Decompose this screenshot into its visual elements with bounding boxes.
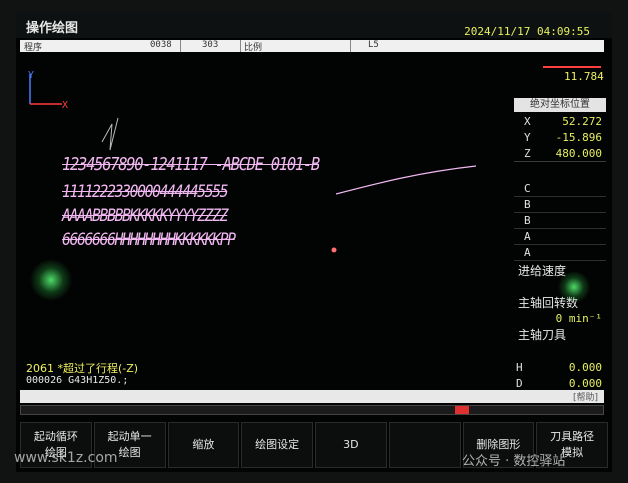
- watermark-wechat: 公众号 · 数控驿站: [462, 454, 566, 469]
- tool-path-stroke: [101, 117, 119, 151]
- axis-y-label: Y: [28, 70, 35, 81]
- progress-marker: [455, 406, 469, 414]
- engraving-line: 1111222330000444445555: [62, 182, 229, 202]
- cnc-screen: 操作绘图 2024/11/17 04:09:55 程序 0038 303 比例 …: [16, 12, 612, 472]
- scale-bar: [543, 66, 601, 68]
- plot-area[interactable]: Y X 1234567890-1241117 -ABCDE 0101-B 1111…: [22, 54, 512, 364]
- status-axis: L5: [368, 40, 379, 50]
- coord-panel-header: 绝对坐标位置: [514, 98, 606, 112]
- coord-row-y: Y -15.896: [524, 131, 602, 144]
- softkey-draw-settings[interactable]: 绘图设定: [241, 422, 313, 468]
- current-block: 000026 G43H1Z50.;: [26, 375, 129, 386]
- modal-row-b1: B: [514, 196, 606, 213]
- status-seq: 303: [202, 40, 219, 50]
- engraving-line: 6666666HHHHHHHHKKKKKKPP: [62, 230, 236, 250]
- modal-row-a1: A: [514, 228, 606, 245]
- help-label[interactable]: [帮助]: [573, 390, 598, 403]
- h-offset-row: H 0.000: [516, 361, 602, 374]
- program-progress-bar: [20, 405, 604, 415]
- modal-row-a2: A: [514, 244, 606, 261]
- coord-row-z: Z 480.000: [514, 146, 606, 162]
- engraving-line: 1234567890-1241117 -ABCDE 0101-B: [62, 154, 320, 175]
- rapid-move-path: [335, 165, 477, 195]
- coord-row-x: X 52.272: [524, 115, 602, 128]
- softkey-3d[interactable]: 3D: [315, 422, 387, 468]
- datetime: 2024/11/17 04:09:55: [464, 25, 590, 38]
- modal-row-c: C: [514, 180, 606, 197]
- status-mode: 程序: [24, 43, 43, 53]
- screen-glare-right: [556, 272, 592, 302]
- help-bar[interactable]: [帮助]: [20, 390, 604, 403]
- watermark-site: www.sk1z.com: [14, 450, 118, 466]
- title-bar: 操作绘图 2024/11/17 04:09:55: [16, 12, 612, 38]
- d-offset-row: D 0.000: [516, 377, 602, 390]
- softkey-zoom[interactable]: 缩放: [167, 422, 240, 468]
- status-line: 0038: [150, 40, 172, 50]
- spindle-tool-label: 主轴刀具: [518, 328, 567, 342]
- spindle-speed-value: 0 min⁻¹: [555, 312, 602, 325]
- status-state: 比例: [244, 43, 263, 53]
- scale-value: 11.784: [564, 70, 604, 83]
- status-bar: 程序 0038 303 比例 L5: [20, 40, 604, 53]
- engraving-line: AAAABBBBBKKKKKYYYYZZZZ: [62, 206, 229, 226]
- alarm-message: 2061 *超过了行程(-Z): [26, 362, 139, 375]
- axis-x-label: X: [62, 100, 69, 111]
- softkey-empty[interactable]: [388, 422, 461, 468]
- tool-position-marker: [331, 247, 337, 253]
- feed-rate-label: 进给速度: [518, 264, 567, 278]
- modal-row-b2: B: [514, 212, 606, 229]
- window-title: 操作绘图: [26, 21, 79, 36]
- screen-glare-left: [28, 260, 74, 300]
- coordinate-panel: 绝对坐标位置 X 52.272 Y -15.896 Z 480.000 C B …: [514, 98, 606, 390]
